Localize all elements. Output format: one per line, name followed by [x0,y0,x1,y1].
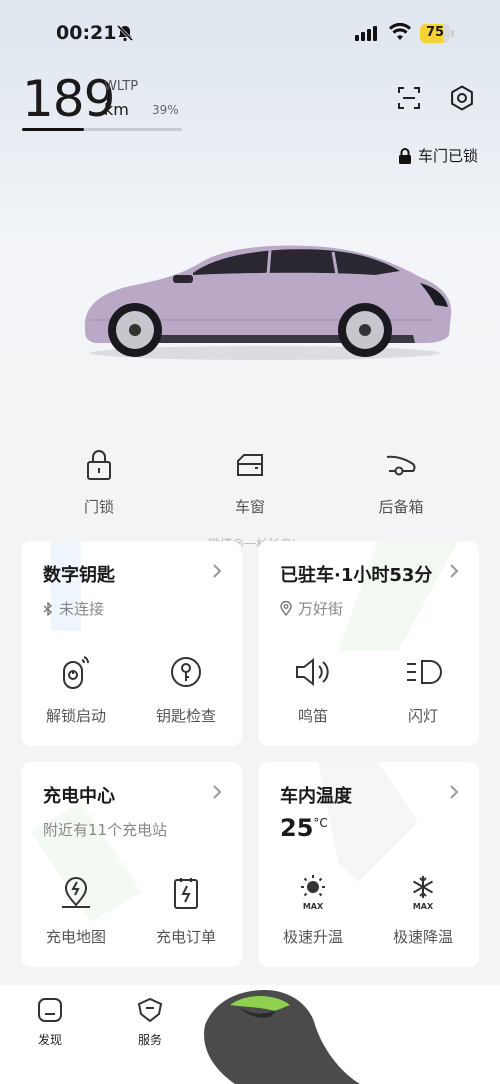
discover-icon [38,998,62,1022]
charge-map-icon [21,874,131,912]
max-cool-label: 极速降温 [392,928,453,946]
lock-icon [49,448,149,482]
charging-subtitle: 附近有11个充电站 [43,821,168,839]
mute-bell-icon [116,24,134,46]
floating-car-button[interactable] [195,985,360,1084]
temperature-unit: °C [313,816,328,830]
car-image [84,245,452,360]
flash-lights-button[interactable]: 闪灯 [368,653,478,726]
chevron-right-icon [449,563,459,583]
key-check-label: 钥匙检查 [155,707,216,725]
window-icon [200,448,300,482]
unlock-start-button[interactable]: 解锁启动 [21,653,131,726]
climate-card[interactable]: 车内温度 25°C MAX 极速升温 MAX 极速降温 [258,762,479,967]
climate-title: 车内温度 [280,786,352,807]
chevron-right-icon [449,784,459,804]
nav-service-label: 服务 [137,1033,162,1047]
charge-order-icon [131,874,241,912]
cabin-temperature: 25°C [280,814,328,842]
max-heat-badge: MAX [302,902,324,911]
scan-icon[interactable] [396,85,422,111]
max-cool-button[interactable]: MAX 极速降温 [368,874,478,947]
key-check-icon [131,653,241,691]
status-time: 00:21 [56,22,117,44]
status-bar: 00:21 75 [0,18,500,50]
settings-gear-icon[interactable] [448,84,476,112]
horn-icon [258,653,368,691]
chevron-right-icon [212,784,222,804]
door-lock-status: 车门已锁 [398,145,478,166]
trunk-label: 后备箱 [378,498,424,516]
horn-button[interactable]: 鸣笛 [258,653,368,726]
door-lock-control[interactable]: 门锁 [49,448,149,517]
parking-card[interactable]: 已驻车·1小时53分 万好街 鸣笛 闪灯 [258,541,479,746]
location-pin-icon [280,601,292,616]
window-label: 车窗 [234,498,265,516]
range-percent: 39% [152,103,179,117]
charge-order-button[interactable]: 充电订单 [131,874,241,947]
max-cool-badge: MAX [412,902,434,911]
charge-map-button[interactable]: 充电地图 [21,874,131,947]
max-heat-label: 极速升温 [282,928,343,946]
card-bg-decoration [338,541,458,651]
chevron-right-icon [212,563,222,583]
charging-title: 充电中心 [43,786,115,807]
card-bg-decoration [51,541,81,631]
charge-order-label: 充电订单 [155,928,216,946]
flash-lights-label: 闪灯 [407,707,438,725]
bluetooth-icon [43,601,53,616]
nav-service[interactable]: 服务 [115,997,185,1048]
max-heat-button[interactable]: MAX 极速升温 [258,874,368,947]
parking-title: 已驻车·1小时53分 [280,565,433,586]
wifi-icon [388,22,412,46]
range-bar-fill [22,128,85,131]
horn-label: 鸣笛 [297,707,328,725]
window-control[interactable]: 车窗 [200,448,300,517]
range-value: 189 [22,70,115,128]
cabin-temperature-value: 25 [280,814,314,842]
parking-location: 万好街 [280,598,343,619]
digital-key-title: 数字钥匙 [43,565,115,586]
door-lock-status-text: 车门已锁 [417,147,478,165]
nav-discover[interactable]: 发现 [15,997,85,1048]
padlock-icon [398,147,411,164]
range-unit: km [104,100,129,119]
charge-map-label: 充电地图 [45,928,106,946]
quick-controls: 门锁 车窗 后备箱 [0,448,500,518]
bluetooth-status: 未连接 [43,598,104,619]
flash-lights-icon [368,653,478,691]
digital-key-card[interactable]: 数字钥匙 未连接 解锁启动 钥匙检查 [21,541,242,746]
cell-signal-icon [355,26,377,41]
unlock-start-icon [21,653,131,691]
nav-discover-label: 发现 [37,1033,62,1047]
parking-location-text: 万好街 [298,600,344,618]
range-bar [22,128,182,131]
battery-text: 75 [425,25,445,40]
trunk-control[interactable]: 后备箱 [351,448,451,517]
trunk-icon [351,448,451,482]
range-standard: WLTP [104,79,139,94]
door-lock-label: 门锁 [83,498,114,516]
charging-card[interactable]: 充电中心 附近有11个充电站 充电地图 充电订单 [21,762,242,967]
bluetooth-status-text: 未连接 [59,600,105,618]
service-icon [137,997,163,1023]
unlock-start-label: 解锁启动 [45,707,106,725]
battery-indicator: 75 [420,24,456,43]
key-check-button[interactable]: 钥匙检查 [131,653,241,726]
